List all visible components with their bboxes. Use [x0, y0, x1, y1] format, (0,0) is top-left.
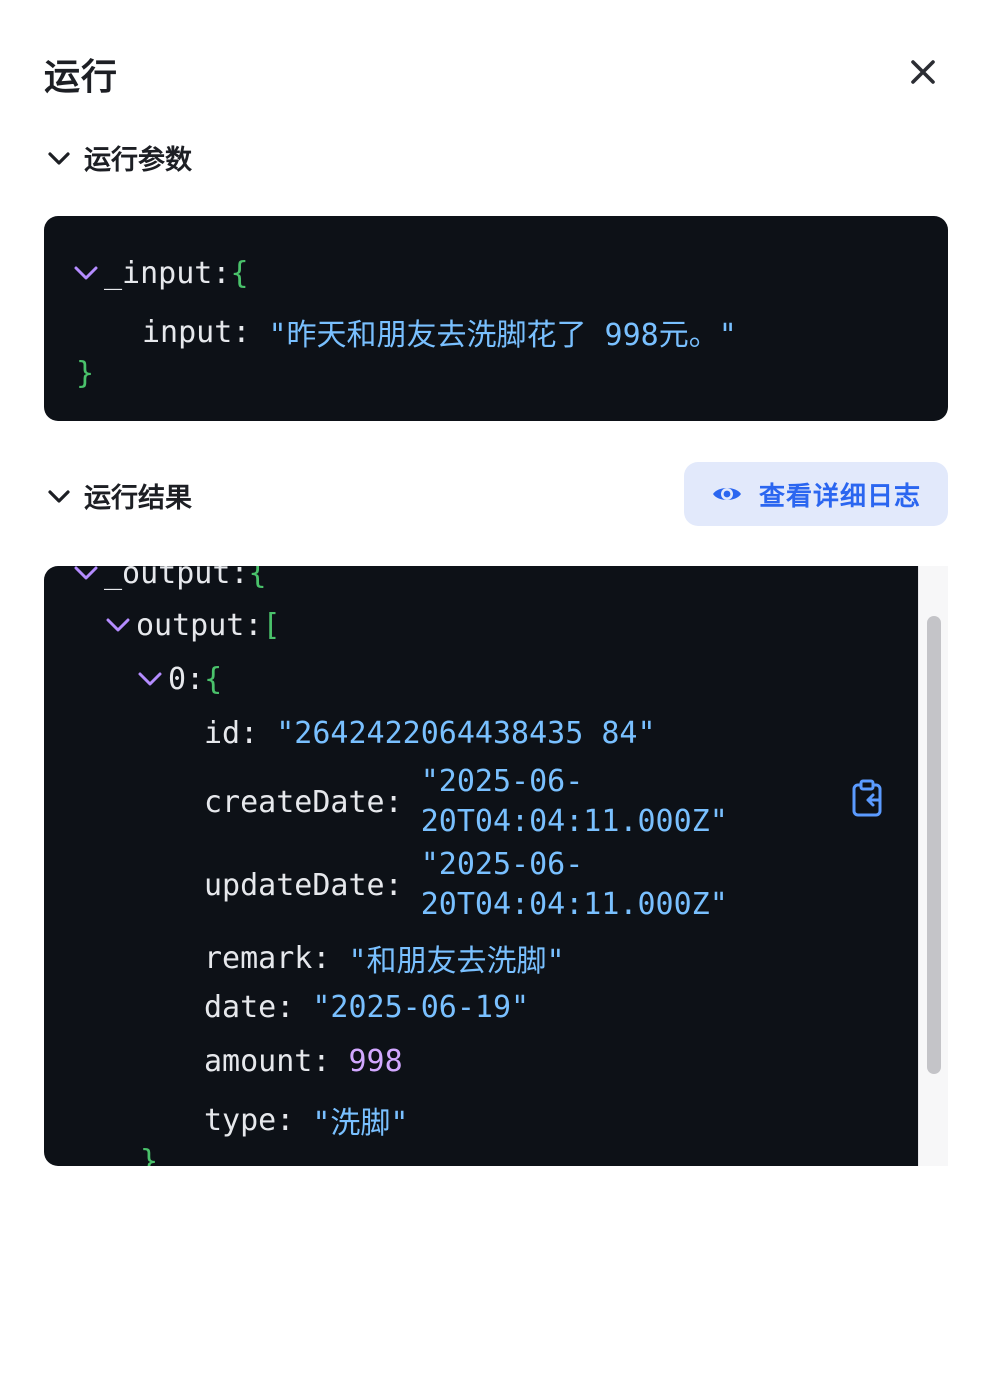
- collapse-toggle-icon[interactable]: [102, 611, 134, 641]
- json-string-value: "昨天和朋友去洗脚花了 998元。": [268, 318, 737, 353]
- copy-result-button[interactable]: [848, 778, 888, 820]
- json-string-value: "2025-06-19": [312, 990, 530, 1025]
- json-key: updateDate: [204, 867, 385, 903]
- json-key: type: [204, 1102, 277, 1138]
- json-brace: {: [230, 256, 249, 291]
- json-key: amount: [204, 1044, 313, 1079]
- close-button[interactable]: [900, 52, 946, 92]
- close-icon: [911, 60, 935, 84]
- json-key: output: [136, 608, 245, 643]
- params-json-viewer: _input:{ input: "昨天和朋友去洗脚花了 998元。" }: [44, 216, 948, 421]
- panel-title: 运行: [44, 57, 119, 98]
- json-brace: {: [204, 662, 223, 697]
- result-json-viewer[interactable]: _output:{ output:[ 0:{ id: "264242206443…: [44, 566, 918, 1166]
- scrollbar-thumb[interactable]: [927, 616, 941, 1074]
- result-scrollbar[interactable]: [918, 566, 948, 1166]
- json-key: _input: [104, 256, 213, 291]
- collapse-toggle-icon[interactable]: [134, 665, 166, 695]
- json-key: 0: [168, 662, 187, 697]
- json-key: _output: [104, 566, 231, 591]
- result-section-label: 运行结果: [84, 483, 192, 514]
- json-key: input: [142, 314, 233, 350]
- json-string-value: "2642422064438435 84": [276, 716, 656, 751]
- json-string-value: 20T04:04:11.000Z": [420, 887, 728, 922]
- json-key: date: [204, 990, 277, 1025]
- json-key: createDate: [204, 784, 385, 820]
- json-string-value: 20T04:04:11.000Z": [420, 804, 728, 839]
- chevron-down-icon: [44, 143, 74, 173]
- collapse-toggle-icon[interactable]: [70, 259, 102, 289]
- json-brace: {: [248, 566, 267, 591]
- view-log-label: 查看详细日志: [758, 481, 921, 512]
- json-string-value: "2025-06-: [420, 847, 584, 882]
- json-string-value: "洗脚": [312, 1106, 409, 1141]
- collapse-toggle-icon[interactable]: [70, 566, 102, 589]
- json-brace: }: [140, 1144, 159, 1166]
- json-key: remark: [204, 940, 313, 976]
- json-brace: }: [76, 356, 95, 391]
- json-string-value: "2025-06-: [420, 764, 584, 799]
- json-number-value: 998: [348, 1044, 403, 1079]
- json-bracket: [: [262, 608, 281, 643]
- result-section-toggle[interactable]: 运行结果: [44, 476, 192, 515]
- view-detailed-log-button[interactable]: 查看详细日志: [684, 462, 948, 526]
- eye-icon: [712, 488, 741, 500]
- json-key: id: [204, 716, 241, 751]
- clipboard-copy-icon: [852, 779, 882, 817]
- json-string-value: "和朋友去洗脚": [348, 944, 565, 979]
- chevron-down-icon: [44, 481, 74, 511]
- params-section-label: 运行参数: [84, 145, 192, 176]
- params-section-toggle[interactable]: 运行参数: [44, 138, 192, 177]
